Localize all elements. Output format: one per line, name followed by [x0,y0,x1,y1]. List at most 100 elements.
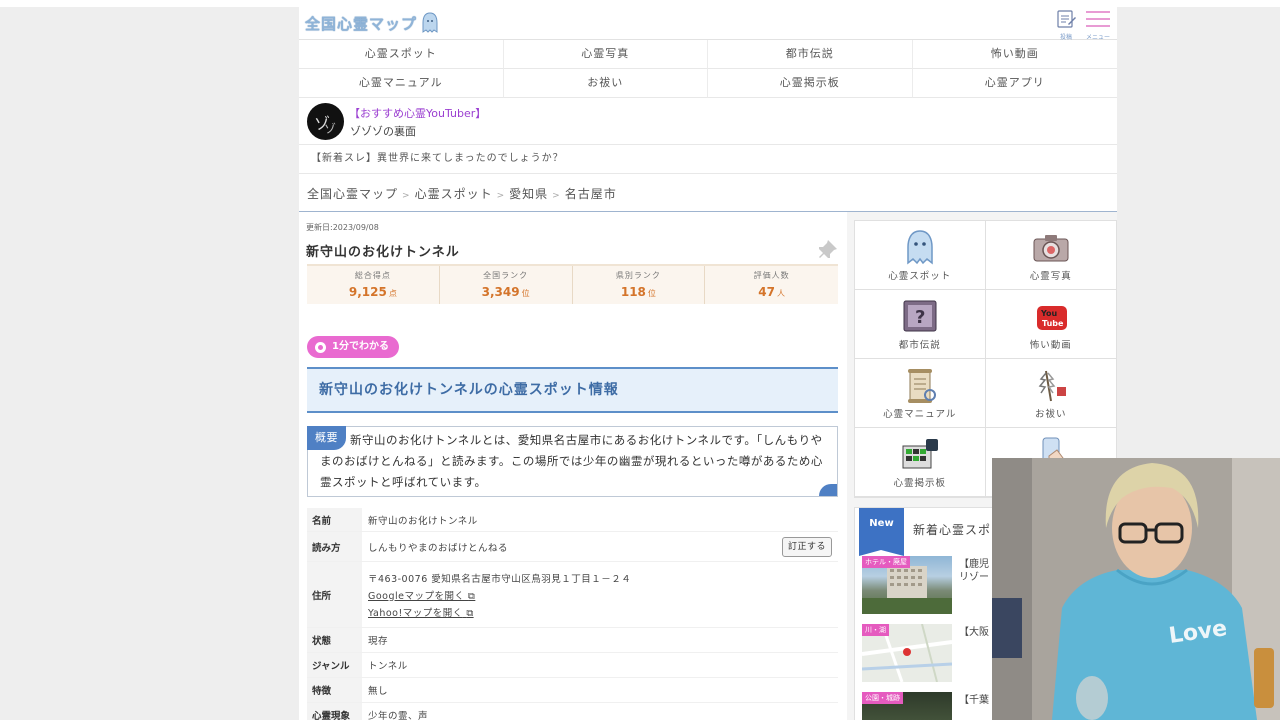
category-spots[interactable]: 心霊スポット [855,221,986,290]
google-map-link[interactable]: Googleマップを開く ⧉ [368,588,838,602]
category-label: 心霊写真 [1029,271,1072,282]
breadcrumb-item[interactable]: 心霊スポット [415,187,493,201]
breadcrumb-separator-icon: > [496,191,506,201]
one-minute-label: 1分でわかる [332,341,389,352]
pin-icon[interactable] [817,239,839,261]
new-spot-thumbnail[interactable]: 川・湖 [862,624,952,682]
row-value: 無し [368,686,389,697]
stat-label: 評価人数 [753,271,790,280]
logo-text: 全国心霊マップ [305,14,418,33]
category-grid: 心霊スポット 心霊写真 ? 都市伝説 You Tube 怖い動画 心霊マニュアル… [854,220,1117,498]
nav-item-purification[interactable]: お祓い [503,69,708,98]
category-photos[interactable]: 心霊写真 [985,221,1116,290]
youtube-icon: You Tube [1036,306,1067,330]
breadcrumb-item[interactable]: 名古屋市 [565,187,617,201]
category-label: お祓い [1034,409,1067,420]
new-badge: New [859,508,904,556]
row-label: 特徴 [307,678,362,702]
new-spot-tag: ホテル・廃屋 [862,556,910,568]
category-label: 怖い動画 [1029,340,1072,351]
category-label: 心霊掲示板 [893,478,946,489]
stat-unit: 人 [776,289,785,298]
youtuber-avatar: ゾゾ [307,103,344,140]
question-icon: ? [903,300,937,332]
external-link-icon: ⧉ [466,607,474,619]
new-spot-tag: 公園・城跡 [862,692,903,704]
ghost-logo-icon [422,12,438,33]
new-spot-tag: 川・湖 [862,624,889,636]
updated-date: 更新日:2023/09/08 [306,223,379,232]
row-label: 名前 [307,508,362,531]
address-value: 〒463-0076 愛知県名古屋市守山区鳥羽見１丁目１－２４ [368,573,632,585]
nav-item-photos[interactable]: 心霊写真 [503,40,708,69]
category-board[interactable]: 心霊掲示板 [855,428,986,497]
stat-value: 118 [620,285,646,299]
table-row: 特徴 無し [307,678,838,703]
stat-label: 総合得点 [354,271,391,280]
stat-label: 県別ランク [615,271,661,280]
new-spot-thumbnail[interactable]: ホテル・廃屋 [862,556,952,614]
details-table: 名前 新守山のお化けトンネル 読み方 しんもりやまのおばけとんねる 訂正する 住… [307,508,838,720]
new-spot-thumbnail[interactable]: 公園・城跡 [862,692,952,720]
breadcrumb-separator-icon: > [552,191,561,201]
category-manual[interactable]: 心霊マニュアル [855,359,986,428]
new-spot-text[interactable]: 【千葉 [959,694,989,707]
stat-national-rank: 全国ランク 3,349 位 [440,266,573,304]
hamburger-menu-icon [1086,11,1110,27]
purification-icon [1038,370,1066,402]
breadcrumb-item[interactable]: 愛知県 [509,187,548,201]
new-spot-text[interactable]: 【大阪 [959,626,989,639]
table-row: 名前 新守山のお化けトンネル [307,508,838,532]
nav-item-videos[interactable]: 怖い動画 [912,40,1117,69]
youtuber-recommendation[interactable]: ゾゾ 【おすすめ心霊YouTuber】 ゾゾゾの裏面 [299,98,1117,145]
row-value: 少年の霊、声 [368,711,429,720]
youtuber-name: ゾゾゾの裏面 [350,125,416,138]
post-icon [1057,10,1076,28]
stat-rating-count: 評価人数 47 人 [705,266,838,304]
table-row: 住所 〒463-0076 愛知県名古屋市守山区鳥羽見１丁目１－２４ Google… [307,562,838,628]
category-label: 心霊スポット [888,271,952,282]
post-button[interactable]: 投稿 [1051,9,1081,41]
summary-badge: 概要 [307,426,346,450]
external-link-icon: ⧉ [468,590,476,602]
menu-button[interactable]: メニュー [1083,9,1113,41]
stat-unit: 位 [647,289,656,298]
board-icon [902,439,938,469]
menu-label: メニュー [1085,34,1110,41]
category-legends[interactable]: ? 都市伝説 [855,290,986,359]
row-value: 現存 [368,636,389,647]
camera-icon [1033,235,1069,262]
row-label: 状態 [307,628,362,652]
category-purification[interactable]: お祓い [985,359,1116,428]
summary-box: 概要 新守山のお化けトンネルとは、愛知県名古屋市にあるお化けトンネルです。「しんも… [307,426,838,497]
webcam-person-image: Love [992,458,1280,720]
scroll-icon [907,369,936,403]
nav-item-board[interactable]: 心霊掲示板 [708,69,913,98]
table-row: 読み方 しんもりやまのおばけとんねる 訂正する [307,532,838,562]
summary-text: 新守山のお化けトンネルとは、愛知県名古屋市にあるお化けトンネルです。「しんもりや… [320,433,823,489]
table-row: ジャンル トンネル [307,653,838,678]
browser-top-strip [0,0,1280,7]
news-thread-link[interactable]: 【新着スレ】異世界に来てしまったのでしょうか？ [299,145,1117,174]
nav-item-spots[interactable]: 心霊スポット [299,40,504,69]
breadcrumb: 全国心霊マップ > 心霊スポット > 愛知県 > 名古屋市 [299,174,1117,212]
nav-item-legends[interactable]: 都市伝説 [708,40,913,69]
post-label: 投稿 [1059,34,1072,41]
new-spot-text[interactable]: 【鹿児 リゾー [959,558,989,584]
fix-button[interactable]: 訂正する [781,537,832,557]
site-header: 全国心霊マップ 投稿 メニュー [299,7,1117,41]
breadcrumb-item[interactable]: 全国心霊マップ [307,187,398,201]
table-row: 心霊現象 少年の霊、声 [307,703,838,720]
nav-item-manual[interactable]: 心霊マニュアル [299,69,504,98]
nav-item-app[interactable]: 心霊アプリ [912,69,1117,98]
row-label: ジャンル [307,653,362,677]
svg-text:ゾ: ゾ [324,122,336,136]
stat-unit: 位 [521,289,530,298]
row-label: 読み方 [307,532,362,561]
site-logo[interactable]: 全国心霊マップ [305,12,439,34]
row-value: 新守山のお化けトンネル [368,515,478,527]
info-heading: 新守山のお化けトンネルの心霊スポット情報 [307,367,838,413]
category-videos[interactable]: You Tube 怖い動画 [985,290,1116,359]
yahoo-map-link[interactable]: Yahoo!マップを開く ⧉ [368,605,838,619]
ghost-icon [907,230,933,265]
